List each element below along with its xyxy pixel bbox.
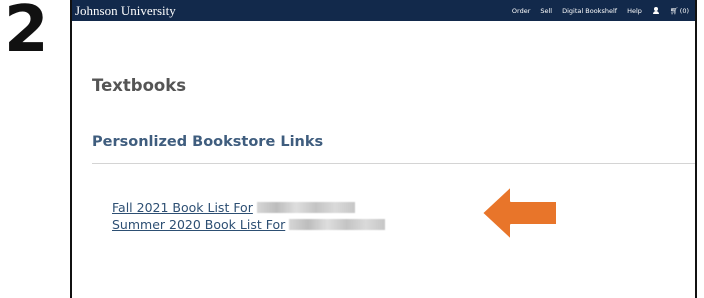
nav-help-link[interactable]: Help [627,7,642,15]
nav-menu: Order Sell Digital Bookshelf Help 🛒︎ (0) [512,6,689,15]
section-divider [92,163,695,164]
page-title: Textbooks [92,76,187,95]
user-icon[interactable] [652,6,660,15]
book-link-label: Summer 2020 Book List For [112,217,286,232]
browser-screenshot: Johnson University Order Sell Digital Bo… [70,0,697,298]
step-number: 2 [4,0,49,67]
summer-2020-book-list-link[interactable]: Summer 2020 Book List For [112,216,386,233]
brand-name[interactable]: Johnson University [75,3,176,19]
redacted-name [289,219,386,230]
book-link-label: Fall 2021 Book List For [112,200,253,215]
cart-icon: 🛒︎ [669,6,679,15]
bookstore-links: Fall 2021 Book List For Summer 2020 Book… [112,199,386,233]
cart-button[interactable]: 🛒︎ (0) [670,7,689,15]
fall-2021-book-list-link[interactable]: Fall 2021 Book List For [112,199,385,216]
section-title: Personlized Bookstore Links [92,134,324,150]
nav-order-link[interactable]: Order [512,7,530,15]
redacted-name [256,202,355,213]
cart-count: (0) [679,6,689,15]
nav-sell-link[interactable]: Sell [540,7,552,15]
arrow-icon [481,185,558,241]
nav-digital-bookshelf-link[interactable]: Digital Bookshelf [562,7,617,15]
top-navigation-bar: Johnson University Order Sell Digital Bo… [72,0,695,21]
